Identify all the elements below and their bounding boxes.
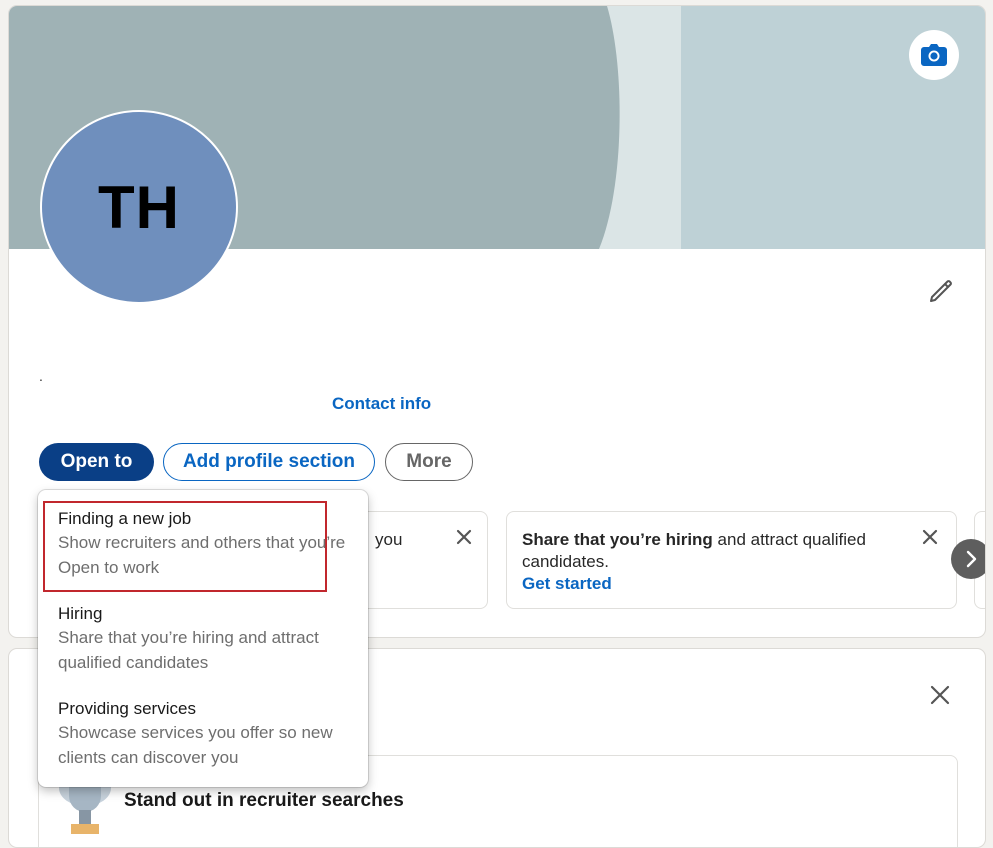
dismiss-suggestion-button[interactable] [453,526,475,548]
dismiss-card-button[interactable] [926,681,954,709]
edit-cover-camera-button[interactable] [909,30,959,80]
suggestion-text: Share that you’re hiring and attract qua… [522,529,902,595]
next-suggestions-button[interactable] [951,539,985,579]
close-icon [922,529,938,545]
get-started-link[interactable]: Get started [522,573,902,595]
menu-item-description: Show recruiters and others that you’re O… [58,533,346,577]
contact-info-link[interactable]: Contact info [332,394,431,414]
chevron-right-icon [966,550,977,568]
menu-item-finding-new-job[interactable]: Finding a new job Show recruiters and ot… [58,508,358,580]
menu-item-description: Showcase services you offer so new clien… [58,723,333,767]
open-to-dropdown-menu: Finding a new job Show recruiters and ot… [38,490,368,787]
avatar-initials: TH [98,173,180,241]
headline-text: . [39,368,43,384]
add-profile-section-button[interactable]: Add profile section [163,443,375,481]
edit-intro-button[interactable] [924,274,958,308]
dismiss-suggestion-button[interactable] [919,526,941,548]
suggestion-text: you [375,530,403,549]
suggestion-bold-text: Share that you’re hiring [522,530,713,549]
profile-avatar[interactable]: TH [40,110,238,304]
menu-item-title: Hiring [58,604,103,623]
menu-item-hiring[interactable]: Hiring Share that you’re hiring and attr… [58,603,358,675]
menu-item-title: Finding a new job [58,509,192,528]
inner-card-title: Stand out in recruiter searches [124,790,404,811]
close-icon [456,529,472,545]
menu-item-title: Providing services [58,699,196,718]
menu-item-description: Share that you’re hiring and attract qua… [58,628,319,672]
open-to-button[interactable]: Open to [39,443,154,481]
camera-icon [921,44,947,66]
close-icon [930,685,950,705]
menu-item-providing-services[interactable]: Providing services Showcase services you… [58,698,358,770]
pencil-icon [930,280,952,302]
more-button[interactable]: More [385,443,473,481]
suggestion-card: Share that you’re hiring and attract qua… [506,511,957,609]
